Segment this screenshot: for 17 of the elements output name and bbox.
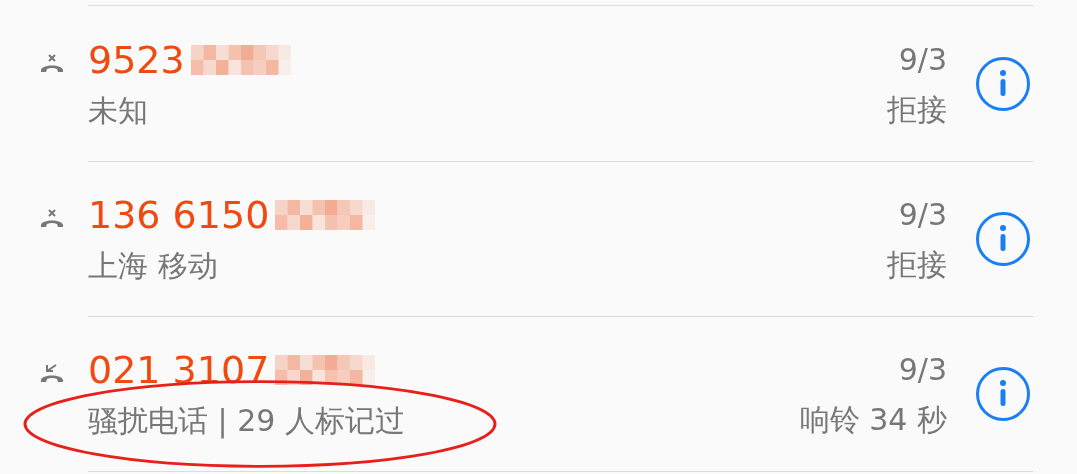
call-date: 9/3 <box>898 195 947 234</box>
rejected-call-icon <box>40 209 64 229</box>
call-status: 拒接 <box>887 245 947 284</box>
missed-call-icon <box>40 364 64 384</box>
info-icon[interactable] <box>975 365 1031 422</box>
call-date: 9/3 <box>898 350 947 389</box>
info-icon[interactable] <box>975 210 1031 267</box>
info-icon[interactable] <box>975 55 1031 112</box>
caller-info: 上海 移动 <box>88 247 218 283</box>
phone-number: 136 6150 <box>88 191 270 238</box>
rejected-call-icon <box>40 54 64 74</box>
caller-info: 骚扰电话 | 29 人标记过 <box>88 402 405 438</box>
call-status: 拒接 <box>887 90 947 129</box>
caller-info: 未知 <box>88 92 148 128</box>
call-status: 响铃 34 秒 <box>799 400 947 439</box>
call-date: 9/3 <box>898 40 947 79</box>
phone-number: 9523 <box>88 36 185 83</box>
